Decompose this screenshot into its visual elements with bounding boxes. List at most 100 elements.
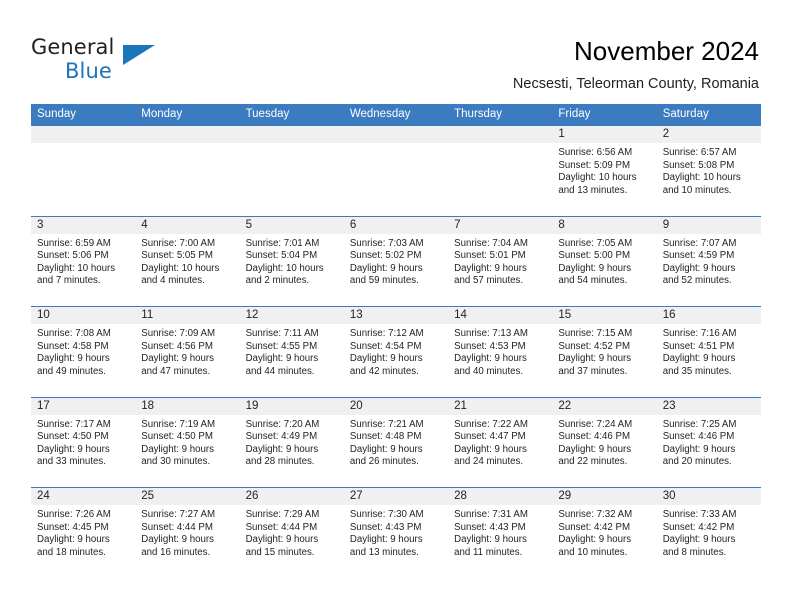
day-cell-body: Sunrise: 7:22 AM Sunset: 4:47 PM Dayligh…: [448, 415, 552, 469]
day-cell-header: 2: [656, 126, 761, 143]
daylight-text-line1: Daylight: 9 hours: [454, 262, 527, 274]
daylight-text-line2: and 30 minutes.: [141, 456, 211, 468]
day-cell[interactable]: 17 Sunrise: 7:17 AM Sunset: 4:50 PM Dayl…: [31, 397, 136, 487]
day-cell[interactable]: 7 Sunrise: 7:04 AM Sunset: 5:01 PM Dayli…: [448, 216, 553, 306]
day-cell[interactable]: 1 Sunrise: 6:56 AM Sunset: 5:09 PM Dayli…: [552, 126, 657, 216]
sunset-text: Sunset: 5:08 PM: [662, 159, 735, 171]
day-cell-header: 7: [448, 216, 553, 234]
day-cell-body: Sunrise: 7:17 AM Sunset: 4:50 PM Dayligh…: [31, 415, 135, 469]
sunrise-text: Sunrise: 7:33 AM: [662, 509, 737, 520]
day-cell[interactable]: 30 Sunrise: 7:33 AM Sunset: 4:42 PM Dayl…: [656, 488, 761, 578]
day-cell[interactable]: [343, 126, 449, 216]
day-number: 7: [454, 218, 461, 231]
calendar-week-row: 24 Sunrise: 7:26 AM Sunset: 4:45 PM Dayl…: [31, 487, 761, 578]
daylight-text-line1: Daylight: 9 hours: [662, 353, 736, 365]
day-number: 27: [349, 490, 363, 502]
day-number: 5: [245, 218, 252, 231]
day-cell[interactable]: 15 Sunrise: 7:15 AM Sunset: 4:52 PM Dayl…: [552, 307, 657, 397]
daylight-text-line1: Daylight: 9 hours: [662, 534, 736, 546]
day-cell-body: Sunrise: 7:33 AM Sunset: 4:42 PM Dayligh…: [657, 505, 761, 559]
day-cell-body: Sunrise: 7:15 AM Sunset: 4:52 PM Dayligh…: [552, 324, 656, 378]
sunset-text: Sunset: 4:44 PM: [245, 521, 318, 533]
sunrise-text: Sunrise: 7:11 AM: [245, 328, 319, 339]
daylight-text-line1: Daylight: 10 hours: [245, 262, 324, 274]
daylight-text-line2: and 2 minutes.: [245, 275, 310, 287]
day-cell-header: 16: [656, 307, 761, 324]
daylight-text-line1: Daylight: 9 hours: [454, 534, 527, 546]
day-cell-body: [135, 143, 239, 147]
day-cell[interactable]: 11 Sunrise: 7:09 AM Sunset: 4:56 PM Dayl…: [135, 307, 240, 397]
sunrise-text: Sunrise: 6:56 AM: [558, 147, 633, 158]
day-cell[interactable]: 12 Sunrise: 7:11 AM Sunset: 4:55 PM Dayl…: [239, 307, 344, 397]
day-cell-header: [343, 126, 449, 143]
day-cell[interactable]: [135, 126, 240, 216]
day-cell[interactable]: 19 Sunrise: 7:20 AM Sunset: 4:49 PM Dayl…: [239, 397, 344, 487]
day-cell-body: Sunrise: 6:59 AM Sunset: 5:06 PM Dayligh…: [31, 234, 135, 288]
day-cell-body: Sunrise: 7:13 AM Sunset: 4:53 PM Dayligh…: [448, 324, 552, 378]
day-cell[interactable]: 9 Sunrise: 7:07 AM Sunset: 4:59 PM Dayli…: [656, 216, 761, 306]
sunrise-text: Sunrise: 7:09 AM: [141, 328, 216, 339]
day-cell[interactable]: 2 Sunrise: 6:57 AM Sunset: 5:08 PM Dayli…: [656, 126, 761, 216]
day-number: 28: [454, 490, 467, 502]
sunset-text: Sunset: 5:09 PM: [558, 159, 631, 171]
daylight-text-line2: and 13 minutes.: [349, 546, 419, 558]
day-cell[interactable]: 3 Sunrise: 6:59 AM Sunset: 5:06 PM Dayli…: [31, 216, 136, 306]
day-cell[interactable]: 14 Sunrise: 7:13 AM Sunset: 4:53 PM Dayl…: [448, 307, 553, 397]
day-cell[interactable]: 13 Sunrise: 7:12 AM Sunset: 4:54 PM Dayl…: [343, 307, 449, 397]
daylight-text-line2: and 59 minutes.: [349, 275, 419, 287]
day-cell[interactable]: 4 Sunrise: 7:00 AM Sunset: 5:05 PM Dayli…: [135, 216, 240, 306]
day-number: 13: [349, 309, 363, 321]
day-cell[interactable]: 27 Sunrise: 7:30 AM Sunset: 4:43 PM Dayl…: [343, 488, 449, 578]
day-cell-header: 11: [135, 307, 240, 324]
sunset-text: Sunset: 5:06 PM: [37, 250, 109, 262]
day-cell[interactable]: 23 Sunrise: 7:25 AM Sunset: 4:46 PM Dayl…: [656, 397, 761, 487]
sunrise-text: Sunrise: 7:03 AM: [349, 237, 424, 249]
day-cell[interactable]: 5 Sunrise: 7:01 AM Sunset: 5:04 PM Dayli…: [239, 216, 344, 306]
day-cell[interactable]: 29 Sunrise: 7:32 AM Sunset: 4:42 PM Dayl…: [552, 488, 657, 578]
day-cell-body: [448, 143, 552, 147]
day-cell[interactable]: 25 Sunrise: 7:27 AM Sunset: 4:44 PM Dayl…: [135, 488, 240, 578]
daylight-text-line1: Daylight: 9 hours: [37, 353, 110, 365]
day-cell-header: 25: [135, 488, 240, 505]
day-cell[interactable]: 6 Sunrise: 7:03 AM Sunset: 5:02 PM Dayli…: [343, 216, 449, 306]
daylight-text-line1: Daylight: 10 hours: [141, 262, 220, 274]
day-number: 21: [454, 399, 467, 412]
day-cell[interactable]: [239, 126, 344, 216]
day-number: 19: [245, 399, 259, 412]
daylight-text-line1: Daylight: 9 hours: [141, 443, 214, 455]
daylight-text-line2: and 15 minutes.: [245, 546, 315, 558]
day-number: 1: [558, 128, 565, 140]
day-cell[interactable]: 20 Sunrise: 7:21 AM Sunset: 4:48 PM Dayl…: [343, 397, 449, 487]
day-cell[interactable]: 26 Sunrise: 7:29 AM Sunset: 4:44 PM Dayl…: [239, 488, 344, 578]
day-cell-header: 15: [552, 307, 657, 324]
day-number: 6: [349, 218, 357, 231]
day-cell[interactable]: 8 Sunrise: 7:05 AM Sunset: 5:00 PM Dayli…: [552, 216, 657, 306]
day-number: 22: [558, 399, 572, 412]
day-cell-body: Sunrise: 7:09 AM Sunset: 4:56 PM Dayligh…: [135, 324, 239, 378]
sunrise-text: Sunrise: 7:26 AM: [37, 509, 111, 520]
daylight-text-line1: Daylight: 9 hours: [558, 443, 632, 455]
day-cell-header: [239, 126, 344, 143]
day-cell-header: 26: [239, 488, 344, 505]
day-cell[interactable]: [31, 126, 136, 216]
day-cell[interactable]: 16 Sunrise: 7:16 AM Sunset: 4:51 PM Dayl…: [656, 307, 761, 397]
day-cell[interactable]: [448, 126, 553, 216]
day-cell-body: Sunrise: 7:25 AM Sunset: 4:46 PM Dayligh…: [657, 415, 761, 469]
daylight-text-line2: and 37 minutes.: [558, 365, 628, 377]
day-cell[interactable]: 10 Sunrise: 7:08 AM Sunset: 4:58 PM Dayl…: [31, 307, 136, 397]
day-cell-body: Sunrise: 7:31 AM Sunset: 4:43 PM Dayligh…: [448, 505, 552, 559]
brand-logo[interactable]: General Blue: [31, 36, 211, 84]
day-number: 16: [662, 309, 676, 321]
day-cell[interactable]: 22 Sunrise: 7:24 AM Sunset: 4:46 PM Dayl…: [552, 397, 657, 487]
sunset-text: Sunset: 4:47 PM: [454, 431, 526, 443]
day-cell-body: Sunrise: 7:11 AM Sunset: 4:55 PM Dayligh…: [240, 324, 344, 378]
sunrise-text: Sunrise: 7:04 AM: [454, 237, 528, 249]
daylight-text-line2: and 18 minutes.: [37, 546, 106, 558]
day-cell[interactable]: 28 Sunrise: 7:31 AM Sunset: 4:43 PM Dayl…: [448, 488, 553, 578]
day-cell-header: 24: [31, 488, 136, 505]
day-cell[interactable]: 24 Sunrise: 7:26 AM Sunset: 4:45 PM Dayl…: [31, 488, 136, 578]
sunset-text: Sunset: 4:45 PM: [37, 521, 109, 533]
day-cell[interactable]: 21 Sunrise: 7:22 AM Sunset: 4:47 PM Dayl…: [448, 397, 553, 487]
day-cell[interactable]: 18 Sunrise: 7:19 AM Sunset: 4:50 PM Dayl…: [135, 397, 240, 487]
day-cell-body: Sunrise: 7:00 AM Sunset: 5:05 PM Dayligh…: [135, 234, 239, 288]
